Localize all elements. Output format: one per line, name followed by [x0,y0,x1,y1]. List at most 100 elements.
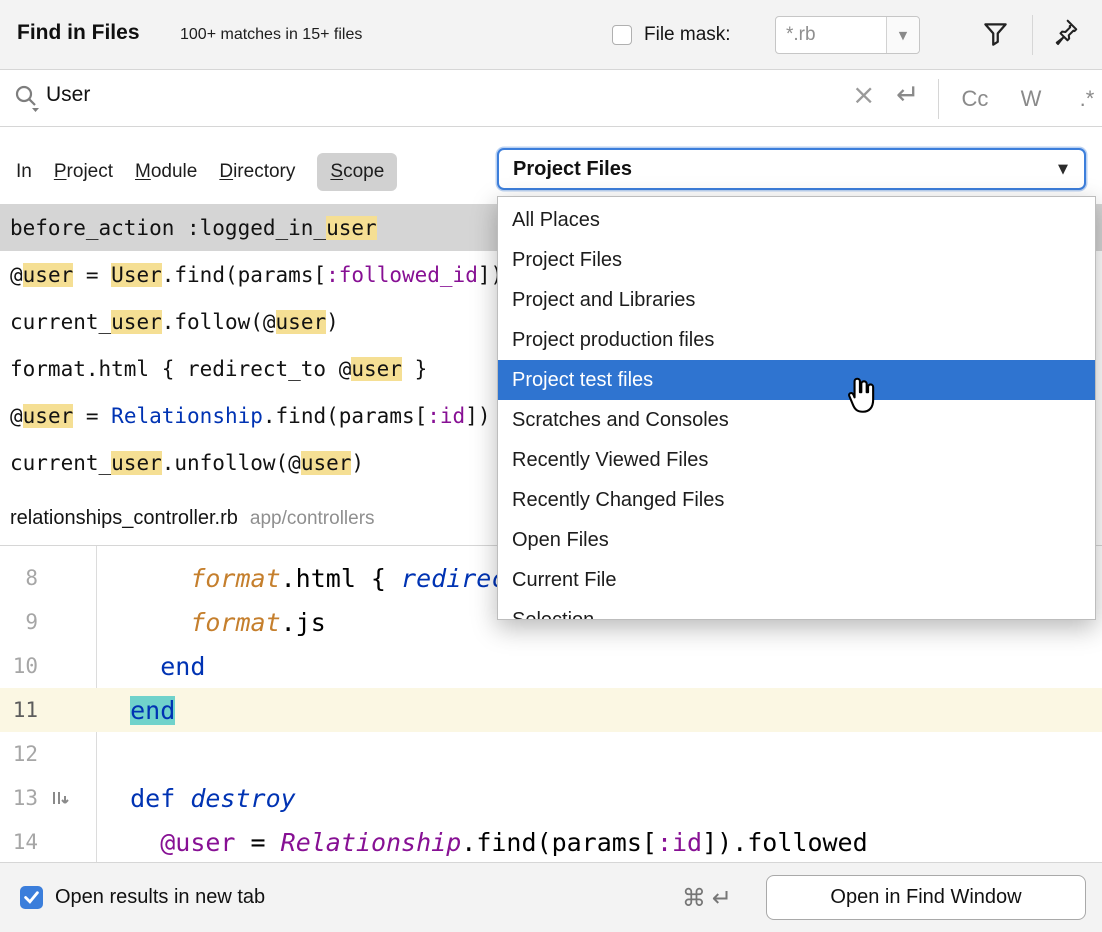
dropdown-item[interactable]: Project Files [498,240,1095,280]
dropdown-item[interactable]: Project test files [498,360,1095,400]
code-text: format.js [96,608,326,637]
dropdown-item[interactable]: Current File [498,560,1095,600]
result-segment: current_ [10,451,111,475]
scope-tab-project[interactable]: Project [54,153,113,191]
search-input[interactable]: User [46,83,90,107]
line-number: 10 [0,654,38,678]
code-text: @user = Relationship.find(params[:id]).f… [96,828,868,857]
file-mask-label: File mask: [644,24,731,46]
dropdown-item[interactable]: Scratches and Consoles [498,400,1095,440]
result-segment: = [73,263,111,287]
line-number: 9 [0,610,38,634]
gutter: 9 [0,610,96,634]
result-segment: current_ [10,310,111,334]
dialog-header: Find in Files 100+ matches in 15+ files … [0,0,1102,70]
code-text: def destroy [96,784,296,813]
editor-line[interactable]: 14 @user = Relationship.find(params[:id]… [0,820,1102,862]
result-segment: user [276,310,327,334]
editor-line[interactable]: 13 def destroy [0,776,1102,820]
result-segment: format.html { redirect_to @ [10,357,351,381]
hand-cursor-icon [843,375,879,422]
editor-line[interactable]: 12 [0,732,1102,776]
gutter: 14 [0,830,96,854]
search-toggles: Cc W .* [958,70,1102,127]
keyboard-shortcut: ⌘↵ [682,884,738,912]
dropdown-item[interactable]: Project production files [498,320,1095,360]
header-separator [1032,15,1033,55]
result-segment: ) [326,310,339,334]
result-segment: :followed_id [326,263,478,287]
toggle-match-case[interactable]: Cc [958,86,992,112]
result-segment: .unfollow(@ [162,451,301,475]
dropdown-item[interactable]: Recently Changed Files [498,480,1095,520]
filter-icon[interactable] [982,22,1009,52]
scope-combobox[interactable]: Project Files ▼ [497,148,1086,190]
check-icon [24,891,39,904]
search-icon[interactable] [13,83,43,118]
gutter: 8 [0,566,96,590]
result-segment: user [326,216,377,240]
result-segment: = [73,404,111,428]
result-segment: :id [427,404,465,428]
file-path: app/controllers [250,508,375,530]
newline-icon[interactable]: ↵ [896,78,919,111]
result-segment: user [23,404,74,428]
result-segment: } [402,357,427,381]
method-gutter-icon[interactable] [51,789,71,807]
chevron-down-icon[interactable]: ▼ [886,17,919,53]
scope-tab-directory[interactable]: Directory [219,153,295,191]
open-in-find-window-button[interactable]: Open in Find Window [766,875,1086,920]
result-segment: before_action :logged_in_ [10,216,326,240]
open-results-label: Open results in new tab [55,886,265,909]
result-segment: user [111,451,162,475]
gutter: 12 [0,742,96,766]
search-separator [938,79,939,119]
result-segment: .follow(@ [162,310,276,334]
scope-tab-module[interactable]: Module [135,153,197,191]
line-number: 12 [0,742,38,766]
result-segment: .find(params[ [263,404,427,428]
line-number: 13 [0,786,38,810]
gutter: 13 [0,786,96,810]
dropdown-item[interactable]: All Places [498,200,1095,240]
toggle-whole-words[interactable]: W [1014,86,1048,112]
match-summary: 100+ matches in 15+ files [180,26,362,44]
search-row: User × ↵ Cc W .* [0,70,1102,127]
dropdown-item[interactable]: Recently Viewed Files [498,440,1095,480]
scope-combobox-value: Project Files [499,158,1058,181]
pin-icon[interactable] [1050,17,1080,52]
code-text: end [96,696,175,725]
scope-tab-scope[interactable]: Scope [317,153,397,191]
file-name: relationships_controller.rb [10,507,238,530]
result-segment: user [23,263,74,287]
editor-line[interactable]: 11 end [0,688,1102,732]
scope-dropdown-list: All PlacesProject FilesProject and Libra… [497,196,1096,620]
code-text: end [96,652,205,681]
result-segment: @ [10,404,23,428]
result-segment: @ [10,263,23,287]
result-segment: user [301,451,352,475]
dialog-title: Find in Files [17,21,140,45]
dropdown-item[interactable]: Open Files [498,520,1095,560]
clear-search-icon[interactable]: × [852,78,875,111]
find-in-files-dialog: Find in Files 100+ matches in 15+ files … [0,0,1102,932]
dialog-footer: Open results in new tab ⌘↵ Open in Find … [0,862,1102,932]
open-results-checkbox[interactable] [20,886,43,909]
chevron-down-icon[interactable]: ▼ [1058,162,1084,177]
result-segment: user [111,310,162,334]
in-label: In [16,161,32,183]
result-segment: ) [351,451,364,475]
result-segment: .find(params[ [162,263,326,287]
result-segment: Relationship [111,404,263,428]
dropdown-item[interactable]: Selection [498,600,1095,620]
file-mask-value: *.rb [776,17,886,53]
line-number: 14 [0,830,38,854]
file-mask-checkbox[interactable] [612,25,632,45]
dropdown-item[interactable]: Project and Libraries [498,280,1095,320]
gutter: 11 [0,698,96,722]
file-mask-combobox[interactable]: *.rb ▼ [775,16,920,54]
editor-line[interactable]: 10 end [0,644,1102,688]
toggle-regex[interactable]: .* [1070,86,1102,112]
result-segment: User [111,263,162,287]
result-segment: ]) [465,404,490,428]
